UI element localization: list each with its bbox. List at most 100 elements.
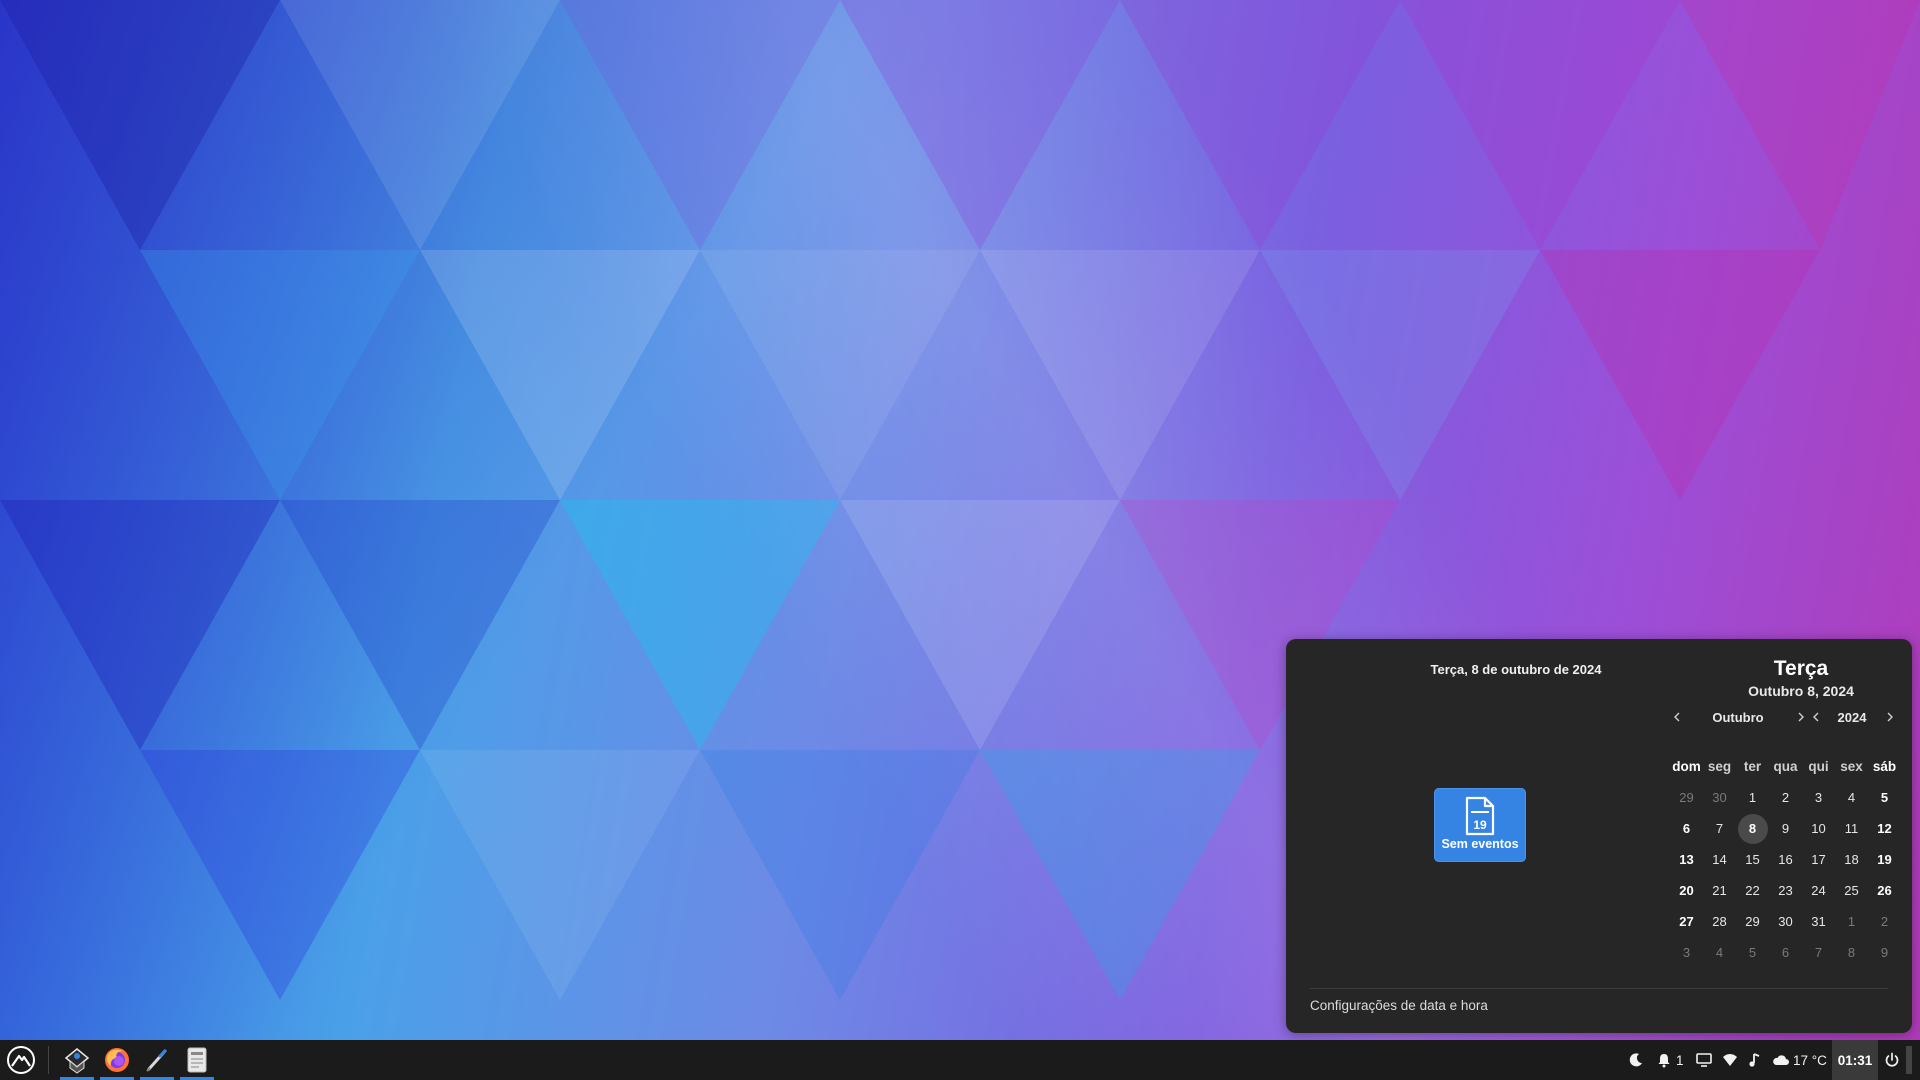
calendar-day[interactable]: 6 — [1769, 939, 1802, 967]
weekday-header: ter — [1743, 758, 1762, 774]
music-note-icon — [1749, 1053, 1760, 1067]
calendar-day[interactable]: 28 — [1703, 908, 1736, 936]
calendar-day[interactable]: 12 — [1868, 815, 1901, 843]
next-month-button[interactable] — [1794, 710, 1808, 725]
calendar-day[interactable]: 11 — [1835, 815, 1868, 843]
wifi-icon — [1723, 1054, 1737, 1066]
calendar-day[interactable]: 21 — [1703, 877, 1736, 905]
year-navigator: 2024 — [1809, 710, 1899, 728]
pen-icon — [146, 1049, 167, 1072]
desktop: Terça, 8 de outubro de 2024 19 Sem event… — [0, 0, 1920, 1080]
calendar-day[interactable]: 26 — [1868, 877, 1901, 905]
next-year-button[interactable] — [1883, 710, 1897, 725]
prev-month-button[interactable] — [1670, 710, 1684, 725]
no-events-placeholder: 19 Sem eventos — [1434, 788, 1526, 862]
monitor-icon — [1696, 1053, 1712, 1067]
calendar-day[interactable]: 18 — [1835, 846, 1868, 874]
taskbar-app-text-editor[interactable] — [138, 1040, 176, 1080]
weekday-header: sáb — [1872, 758, 1897, 774]
calendar-week-row: 29 30 1 2 3 4 5 — [1670, 782, 1902, 813]
night-mode-toggle[interactable] — [1626, 1052, 1646, 1068]
events-date-heading: Terça, 8 de outubro de 2024 — [1430, 662, 1602, 677]
chevron-right-icon — [1887, 712, 1893, 722]
calendar-day[interactable]: 24 — [1802, 877, 1835, 905]
weekday-header: qui — [1808, 758, 1829, 774]
weekday-title: Terça — [1773, 657, 1829, 680]
calendar-popup: Terça, 8 de outubro de 2024 19 Sem event… — [1286, 639, 1912, 1033]
document-icon — [187, 1047, 207, 1073]
calendar-day[interactable]: 6 — [1670, 815, 1703, 843]
taskbar-app-package-manager[interactable] — [58, 1040, 96, 1080]
calendar-week-row: 20 21 22 23 24 25 26 — [1670, 875, 1902, 906]
calendar-day[interactable]: 27 — [1670, 908, 1703, 936]
network-button[interactable] — [1722, 1053, 1738, 1067]
notifications-button[interactable]: 1 — [1656, 1052, 1684, 1068]
taskbar-separator — [48, 1046, 49, 1074]
calendar-day[interactable]: 29 — [1736, 908, 1769, 936]
display-button[interactable] — [1696, 1053, 1712, 1067]
calendar-day[interactable]: 1 — [1835, 908, 1868, 936]
popup-divider — [1310, 988, 1888, 989]
calendar-day[interactable]: 7 — [1703, 815, 1736, 843]
calendar-day[interactable]: 29 — [1670, 784, 1703, 812]
calendar-day[interactable]: 13 — [1670, 846, 1703, 874]
calendar-day[interactable]: 3 — [1670, 939, 1703, 967]
year-label: 2024 — [1837, 710, 1867, 725]
prev-year-button[interactable] — [1809, 710, 1823, 725]
calendar-week-row: 3 4 5 6 7 8 9 — [1670, 937, 1902, 968]
calendar-day[interactable]: 9 — [1868, 939, 1901, 967]
weather-widget[interactable]: 17 °C — [1772, 1053, 1827, 1068]
calendar-day[interactable]: 14 — [1703, 846, 1736, 874]
calendar-day[interactable]: 31 — [1802, 908, 1835, 936]
weather-temperature: 17 °C — [1793, 1052, 1827, 1068]
calendar-day[interactable]: 15 — [1736, 846, 1769, 874]
calendar-day[interactable]: 4 — [1835, 784, 1868, 812]
calendar-day[interactable]: 22 — [1736, 877, 1769, 905]
taskbar-app-document[interactable] — [178, 1040, 216, 1080]
calendar-document-icon: 19 — [1465, 796, 1495, 836]
show-desktop-button[interactable] — [1906, 1046, 1912, 1074]
calendar-day[interactable]: 2 — [1769, 784, 1802, 812]
calendar-day[interactable]: 30 — [1769, 908, 1802, 936]
calendar-day[interactable]: 4 — [1703, 939, 1736, 967]
calendar-day[interactable]: 8 — [1835, 939, 1868, 967]
power-icon — [1885, 1052, 1899, 1067]
chevron-left-icon — [1674, 712, 1680, 722]
calendar-day[interactable]: 17 — [1802, 846, 1835, 874]
date-time-settings-link[interactable]: Configurações de data e hora — [1310, 998, 1488, 1013]
calendar-day[interactable]: 5 — [1736, 939, 1769, 967]
weekday-header-row: dom seg ter qua qui sex sáb — [1670, 751, 1902, 782]
calendar-day[interactable]: 20 — [1670, 877, 1703, 905]
calendar-day[interactable]: 25 — [1835, 877, 1868, 905]
chevron-left-icon — [1813, 712, 1819, 722]
calendar-day[interactable]: 10 — [1802, 815, 1835, 843]
calendar-day-today[interactable]: 8 — [1736, 813, 1769, 844]
weekday-header: dom — [1672, 758, 1701, 774]
calendar-day[interactable]: 23 — [1769, 877, 1802, 905]
calendar-day[interactable]: 30 — [1703, 784, 1736, 812]
calendar-day[interactable]: 3 — [1802, 784, 1835, 812]
linux-lite-logo-icon — [7, 1046, 35, 1074]
weekday-header: seg — [1707, 758, 1732, 774]
calendar-day[interactable]: 5 — [1868, 784, 1901, 812]
calendar-day[interactable]: 9 — [1769, 815, 1802, 843]
start-menu-button[interactable] — [2, 1040, 40, 1080]
firefox-icon — [105, 1048, 129, 1072]
volume-button[interactable] — [1748, 1052, 1762, 1068]
calendar-day[interactable]: 19 — [1868, 846, 1901, 874]
month-label: Outubro — [1712, 710, 1764, 725]
calendar-day[interactable]: 2 — [1868, 908, 1901, 936]
notifications-count: 1 — [1676, 1052, 1684, 1068]
power-button[interactable] — [1880, 1040, 1904, 1080]
weekday-header: qua — [1773, 758, 1798, 774]
taskbar: 1 17 °C 01:31 — [0, 1040, 1920, 1080]
calendar-day[interactable]: 1 — [1736, 784, 1769, 812]
cloud-icon — [1773, 1055, 1789, 1065]
taskbar-app-firefox[interactable] — [98, 1040, 136, 1080]
calendar-day[interactable]: 7 — [1802, 939, 1835, 967]
package-icon — [64, 1048, 90, 1074]
date-header: Terça Outubro 8, 2024 — [1691, 657, 1911, 699]
clock-button[interactable]: 01:31 — [1832, 1040, 1878, 1080]
calendar-day[interactable]: 16 — [1769, 846, 1802, 874]
bell-icon — [1658, 1054, 1670, 1068]
